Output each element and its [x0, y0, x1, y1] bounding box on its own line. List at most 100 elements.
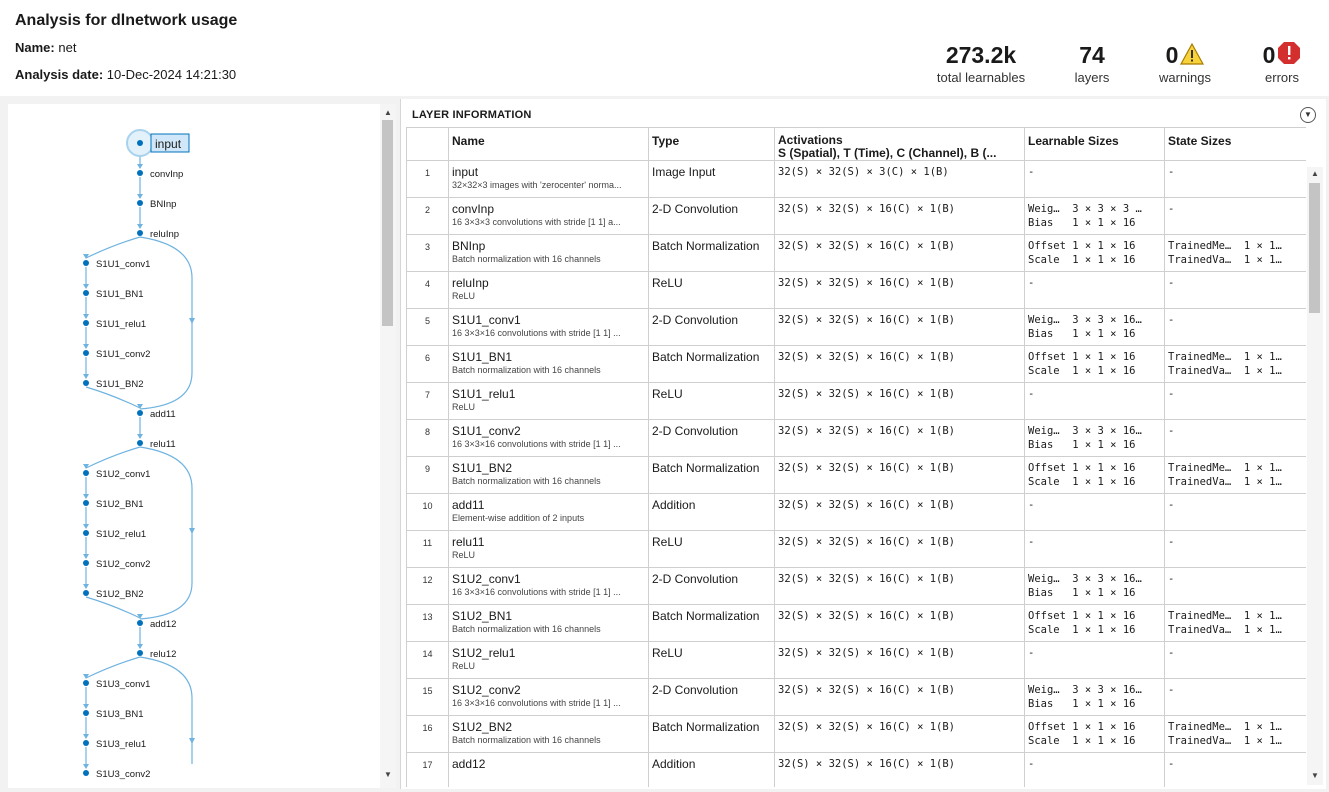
activation-size: 32(S) × 32(S) × 16(C) × 1(B) — [778, 314, 956, 326]
table-row[interactable]: 2 convInp 16 3×3×3 convolutions with strid… — [406, 197, 1306, 235]
row-index: 13 — [406, 604, 449, 642]
layer-name: input — [452, 165, 479, 179]
learnable-size: Weig… 3 × 3 × 16… — [1028, 684, 1142, 696]
learnables-cell: - — [1024, 271, 1165, 309]
layer-name: S1U1_BN2 — [452, 461, 513, 475]
scroll-up-icon[interactable]: ▲ — [380, 106, 396, 120]
graph-scrollbar[interactable]: ▲ ▼ — [380, 104, 396, 788]
row-index: 1 — [406, 160, 449, 198]
table-scroll-up-icon[interactable]: ▲ — [1307, 167, 1323, 181]
edge-arrow — [137, 164, 143, 169]
learnable-size: Bias 1 × 1 × 16 — [1028, 217, 1136, 229]
learnables-cell: Offset 1 × 1 × 16 Scale 1 × 1 × 16 — [1024, 456, 1165, 494]
state-size: - — [1168, 573, 1175, 585]
state-size: - — [1168, 684, 1175, 696]
edge-arrow — [83, 344, 89, 349]
layer-type: Batch Normalization — [648, 715, 775, 753]
layer-name: S1U2_relu1 — [452, 646, 516, 660]
network-graph[interactable]: input convInp BNInp reluInp S1U1_conv1 S1U1_B… — [8, 104, 380, 788]
table-row[interactable]: 1 input 32×32×3 images with 'zerocenter' n… — [406, 160, 1306, 198]
table-row[interactable]: 8 S1U1_conv2 16 3×3×16 convolutions with s… — [406, 419, 1306, 457]
graph-scroll-thumb[interactable] — [382, 120, 393, 326]
graph-node-label: S1U1_conv2 — [96, 349, 150, 360]
edge-arrow — [83, 284, 89, 289]
column-header-index[interactable] — [406, 127, 449, 161]
graph-node-label: S1U3_BN1 — [96, 709, 144, 720]
activation-size: 32(S) × 32(S) × 3(C) × 1(B) — [778, 166, 949, 178]
table-row[interactable]: 4 reluInp ReLU ReLU 32(S) × 32(S) × 16(C) × … — [406, 271, 1306, 309]
learnable-size: - — [1028, 166, 1035, 178]
table-scroll-thumb[interactable] — [1309, 183, 1320, 313]
layer-name: S1U2_BN1 — [452, 609, 513, 623]
layer-type: ReLU — [648, 641, 775, 679]
layer-type: Batch Normalization — [648, 604, 775, 642]
collapse-chevron-icon[interactable]: ▼ — [1300, 107, 1316, 123]
column-header-type[interactable]: Type — [648, 127, 775, 161]
layer-type: Batch Normalization — [648, 234, 775, 272]
graph-node — [83, 380, 89, 386]
graph-node-label: S1U1_relu1 — [96, 319, 146, 330]
network-graph-pane[interactable]: input convInp BNInp reluInp S1U1_conv1 S1U1_B… — [8, 104, 396, 788]
state-size: - — [1168, 388, 1175, 400]
table-row[interactable]: 9 S1U1_BN2 Batch normalization with 16 cha… — [406, 456, 1306, 494]
table-row[interactable]: 17 add12 Addition 32(S) × 32(S) × 16(C) × 1… — [406, 752, 1306, 787]
table-scroll-down-icon[interactable]: ▼ — [1307, 769, 1323, 783]
table-row[interactable]: 6 S1U1_BN1 Batch normalization with 16 cha… — [406, 345, 1306, 383]
column-header-learnables[interactable]: Learnable Sizes — [1024, 127, 1165, 161]
graph-node — [83, 500, 89, 506]
table-row[interactable]: 12 S1U2_conv1 16 3×3×16 convolutions with … — [406, 567, 1306, 605]
learnable-size: - — [1028, 758, 1035, 770]
learnable-size: - — [1028, 388, 1035, 400]
layer-description: ReLU — [452, 402, 476, 412]
section-title: LAYER INFORMATION — [412, 109, 532, 121]
layer-name-cell: add12 — [448, 752, 649, 787]
state-size: - — [1168, 425, 1175, 437]
graph-node-label: S1U1_conv1 — [96, 259, 150, 270]
column-header-states[interactable]: State Sizes — [1164, 127, 1306, 161]
learnable-size: Scale 1 × 1 × 16 — [1028, 476, 1136, 488]
table-row[interactable]: 10 add11 Element-wise addition of 2 inputs… — [406, 493, 1306, 531]
analysis-date: Analysis date: 10-Dec-2024 14:21:30 — [15, 67, 236, 82]
states-cell: - — [1164, 678, 1306, 716]
table-row[interactable]: 3 BNInp Batch normalization with 16 channe… — [406, 234, 1306, 272]
learnable-size: - — [1028, 499, 1035, 511]
learnables-cell: Weig… 3 × 3 × 16… Bias 1 × 1 × 16 — [1024, 419, 1165, 457]
layer-name-cell: S1U1_conv2 16 3×3×16 convolutions with st… — [448, 419, 649, 457]
row-index: 3 — [406, 234, 449, 272]
column-header-name[interactable]: Name — [448, 127, 649, 161]
learnable-size: - — [1028, 647, 1035, 659]
learnable-size: Offset 1 × 1 × 16 — [1028, 240, 1136, 252]
table-row[interactable]: 5 S1U1_conv1 16 3×3×16 convolutions with s… — [406, 308, 1306, 346]
state-size: TrainedVa… 1 × 1… — [1168, 365, 1282, 377]
table-row[interactable]: 15 S1U2_conv2 16 3×3×16 convolutions with … — [406, 678, 1306, 716]
learnables-cell: Offset 1 × 1 × 16 Scale 1 × 1 × 16 — [1024, 345, 1165, 383]
activation-size: 32(S) × 32(S) × 16(C) × 1(B) — [778, 203, 956, 215]
state-size: TrainedMe… 1 × 1… — [1168, 462, 1282, 474]
graph-edge — [85, 596, 141, 619]
activations-cell: 32(S) × 32(S) × 16(C) × 1(B) — [774, 234, 1025, 272]
activation-size: 32(S) × 32(S) × 16(C) × 1(B) — [778, 277, 956, 289]
table-row[interactable]: 13 S1U2_BN1 Batch normalization with 16 ch… — [406, 604, 1306, 642]
graph-node — [83, 740, 89, 746]
row-index: 6 — [406, 345, 449, 383]
activations-cell: 32(S) × 32(S) × 16(C) × 1(B) — [774, 456, 1025, 494]
graph-node — [83, 320, 89, 326]
activations-cell: 32(S) × 32(S) × 16(C) × 1(B) — [774, 382, 1025, 420]
layer-name-cell: BNInp Batch normalization with 16 channel… — [448, 234, 649, 272]
activations-cell: 32(S) × 32(S) × 16(C) × 1(B) — [774, 530, 1025, 568]
table-row[interactable]: 14 S1U2_relu1 ReLU ReLU 32(S) × 32(S) × 16(C… — [406, 641, 1306, 679]
layer-type: ReLU — [648, 382, 775, 420]
edge-arrow — [83, 734, 89, 739]
table-row[interactable]: 7 S1U1_relu1 ReLU ReLU 32(S) × 32(S) × 16(C)… — [406, 382, 1306, 420]
scroll-down-icon[interactable]: ▼ — [380, 768, 396, 782]
learnable-size: Scale 1 × 1 × 16 — [1028, 254, 1136, 266]
table-row[interactable]: 16 S1U2_BN2 Batch normalization with 16 ch… — [406, 715, 1306, 753]
column-header-activations[interactable]: Activations S (Spatial), T (Time), C (Ch… — [774, 127, 1025, 161]
network-name: Name: net — [15, 40, 76, 55]
table-row[interactable]: 11 relu11 ReLU ReLU 32(S) × 32(S) × 16(C) × … — [406, 530, 1306, 568]
layer-name: S1U2_conv2 — [452, 683, 521, 697]
layer-description: 16 3×3×16 convolutions with stride [1 1]… — [452, 587, 621, 597]
graph-node-label: S1U3_relu1 — [96, 739, 146, 750]
table-scrollbar[interactable]: ▲ ▼ — [1307, 167, 1323, 785]
layer-type: 2-D Convolution — [648, 567, 775, 605]
